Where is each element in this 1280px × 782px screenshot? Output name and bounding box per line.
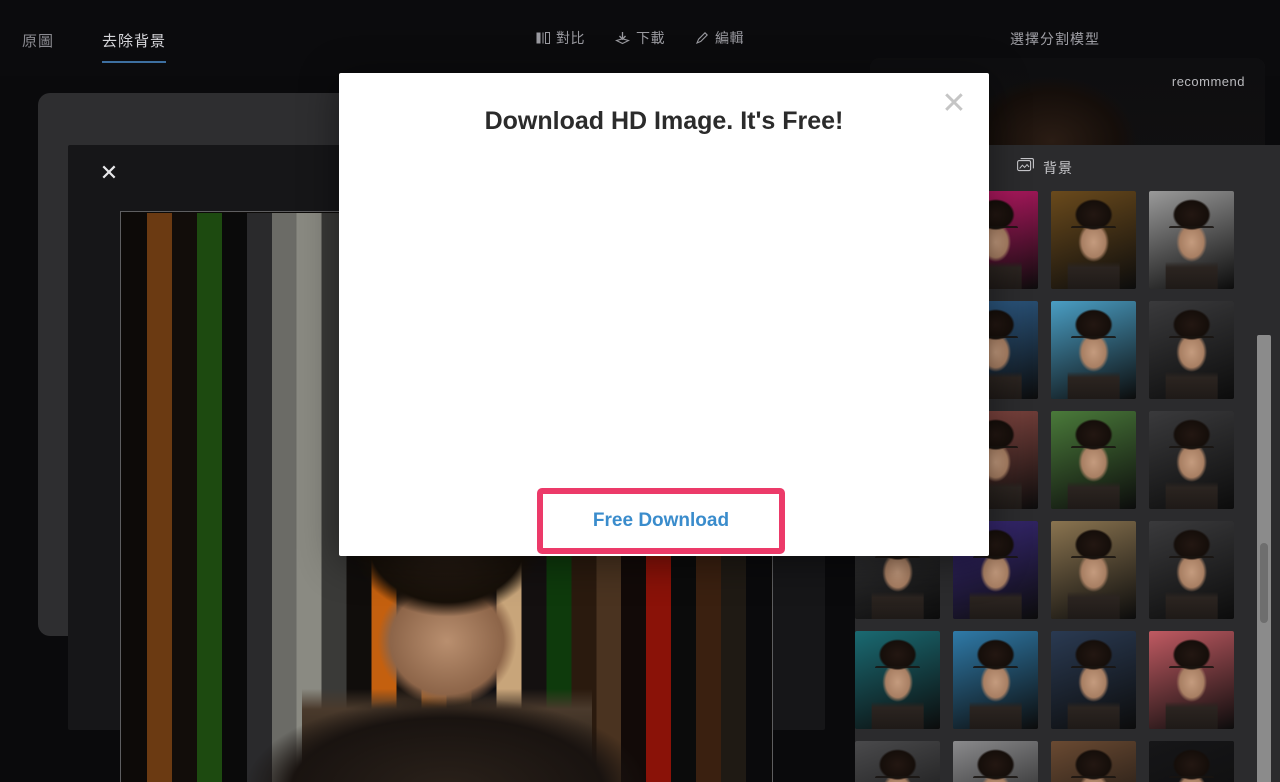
thumbnail-subject: [1067, 639, 1120, 729]
background-thumbnail[interactable]: [1051, 301, 1136, 399]
free-download-button[interactable]: Free Download: [537, 488, 785, 554]
panel-scrollbar[interactable]: [1257, 335, 1271, 782]
background-thumbnail[interactable]: [1051, 411, 1136, 509]
thumbnail-glasses: [1169, 556, 1213, 563]
background-thumbnail[interactable]: [1051, 191, 1136, 289]
thumbnail-glasses: [1071, 556, 1115, 563]
background-header-label: 背景: [1043, 158, 1073, 178]
thumbnail-glasses: [973, 776, 1017, 782]
free-download-button-label: Free Download: [593, 510, 729, 532]
thumbnail-glasses: [1169, 776, 1213, 782]
background-thumbnail[interactable]: [855, 631, 940, 729]
download-icon: [615, 31, 630, 45]
action-edit-label: 編輯: [715, 28, 744, 48]
background-thumbnail[interactable]: [1149, 631, 1234, 729]
thumbnail-subject: [1067, 529, 1120, 619]
thumbnail-glasses: [1169, 336, 1213, 343]
background-thumbnail[interactable]: [1149, 521, 1234, 619]
background-thumbnail[interactable]: [953, 741, 1038, 782]
app-root: 原圖 去除背景 對比: [0, 0, 1280, 782]
thumbnail-subject: [871, 639, 924, 729]
ad-modal: Download HD Image. It's Free! ✕ Free Dow…: [339, 73, 989, 556]
thumbnail-glasses: [1169, 666, 1213, 673]
thumbnail-subject: [1067, 199, 1120, 289]
subject-shoulders: [197, 670, 697, 782]
thumbnail-glasses: [1169, 226, 1213, 233]
tab-remove-background-label: 去除背景: [102, 33, 166, 50]
tab-original-label: 原圖: [22, 33, 54, 50]
recommend-badge: recommend: [1172, 74, 1245, 89]
download-modal-close-button[interactable]: ✕: [92, 157, 126, 191]
background-thumbnail[interactable]: [953, 631, 1038, 729]
tab-original[interactable]: 原圖: [22, 30, 54, 63]
panel-scrollbar-thumb[interactable]: [1260, 543, 1268, 623]
background-thumbnail[interactable]: [1051, 521, 1136, 619]
thumbnail-glasses: [1071, 226, 1115, 233]
thumbnail-glasses: [875, 666, 919, 673]
ad-modal-title: Download HD Image. It's Free!: [485, 107, 844, 136]
thumbnail-subject: [1165, 309, 1218, 399]
center-action-group: 對比 下載 編輯: [536, 28, 744, 48]
tab-remove-background[interactable]: 去除背景: [102, 30, 166, 63]
background-thumbnail[interactable]: [1051, 741, 1136, 782]
thumbnail-glasses: [1071, 446, 1115, 453]
thumbnail-subject: [1165, 639, 1218, 729]
background-thumbnail[interactable]: [1149, 301, 1234, 399]
background-thumbnail[interactable]: [1051, 631, 1136, 729]
thumbnail-glasses: [1071, 336, 1115, 343]
thumbnail-subject: [1165, 529, 1218, 619]
action-download[interactable]: 下載: [615, 28, 665, 48]
background-thumbnail[interactable]: [1149, 411, 1234, 509]
thumbnail-glasses: [875, 556, 919, 563]
background-thumbnail[interactable]: [1149, 191, 1234, 289]
thumbnail-glasses: [1071, 776, 1115, 782]
thumbnail-subject: [969, 639, 1022, 729]
thumbnail-glasses: [1071, 666, 1115, 673]
image-stack-icon: [1017, 158, 1034, 178]
edit-pencil-icon: [695, 31, 709, 45]
background-thumbnail[interactable]: [1149, 741, 1234, 782]
background-thumbnail[interactable]: [855, 741, 940, 782]
action-edit[interactable]: 編輯: [695, 28, 744, 48]
compare-icon: [536, 31, 550, 45]
ad-modal-close-button[interactable]: ✕: [937, 87, 971, 121]
action-compare-label: 對比: [556, 28, 585, 48]
action-download-label: 下載: [636, 28, 665, 48]
thumbnail-subject: [1067, 419, 1120, 509]
action-compare[interactable]: 對比: [536, 28, 585, 48]
thumbnail-glasses: [1169, 446, 1213, 453]
thumbnail-subject: [1165, 199, 1218, 289]
thumbnail-subject: [1165, 419, 1218, 509]
thumbnail-glasses: [875, 776, 919, 782]
view-tabs: 原圖 去除背景: [22, 30, 166, 63]
thumbnail-subject: [1067, 309, 1120, 399]
thumbnail-glasses: [973, 666, 1017, 673]
thumbnail-glasses: [973, 556, 1017, 563]
